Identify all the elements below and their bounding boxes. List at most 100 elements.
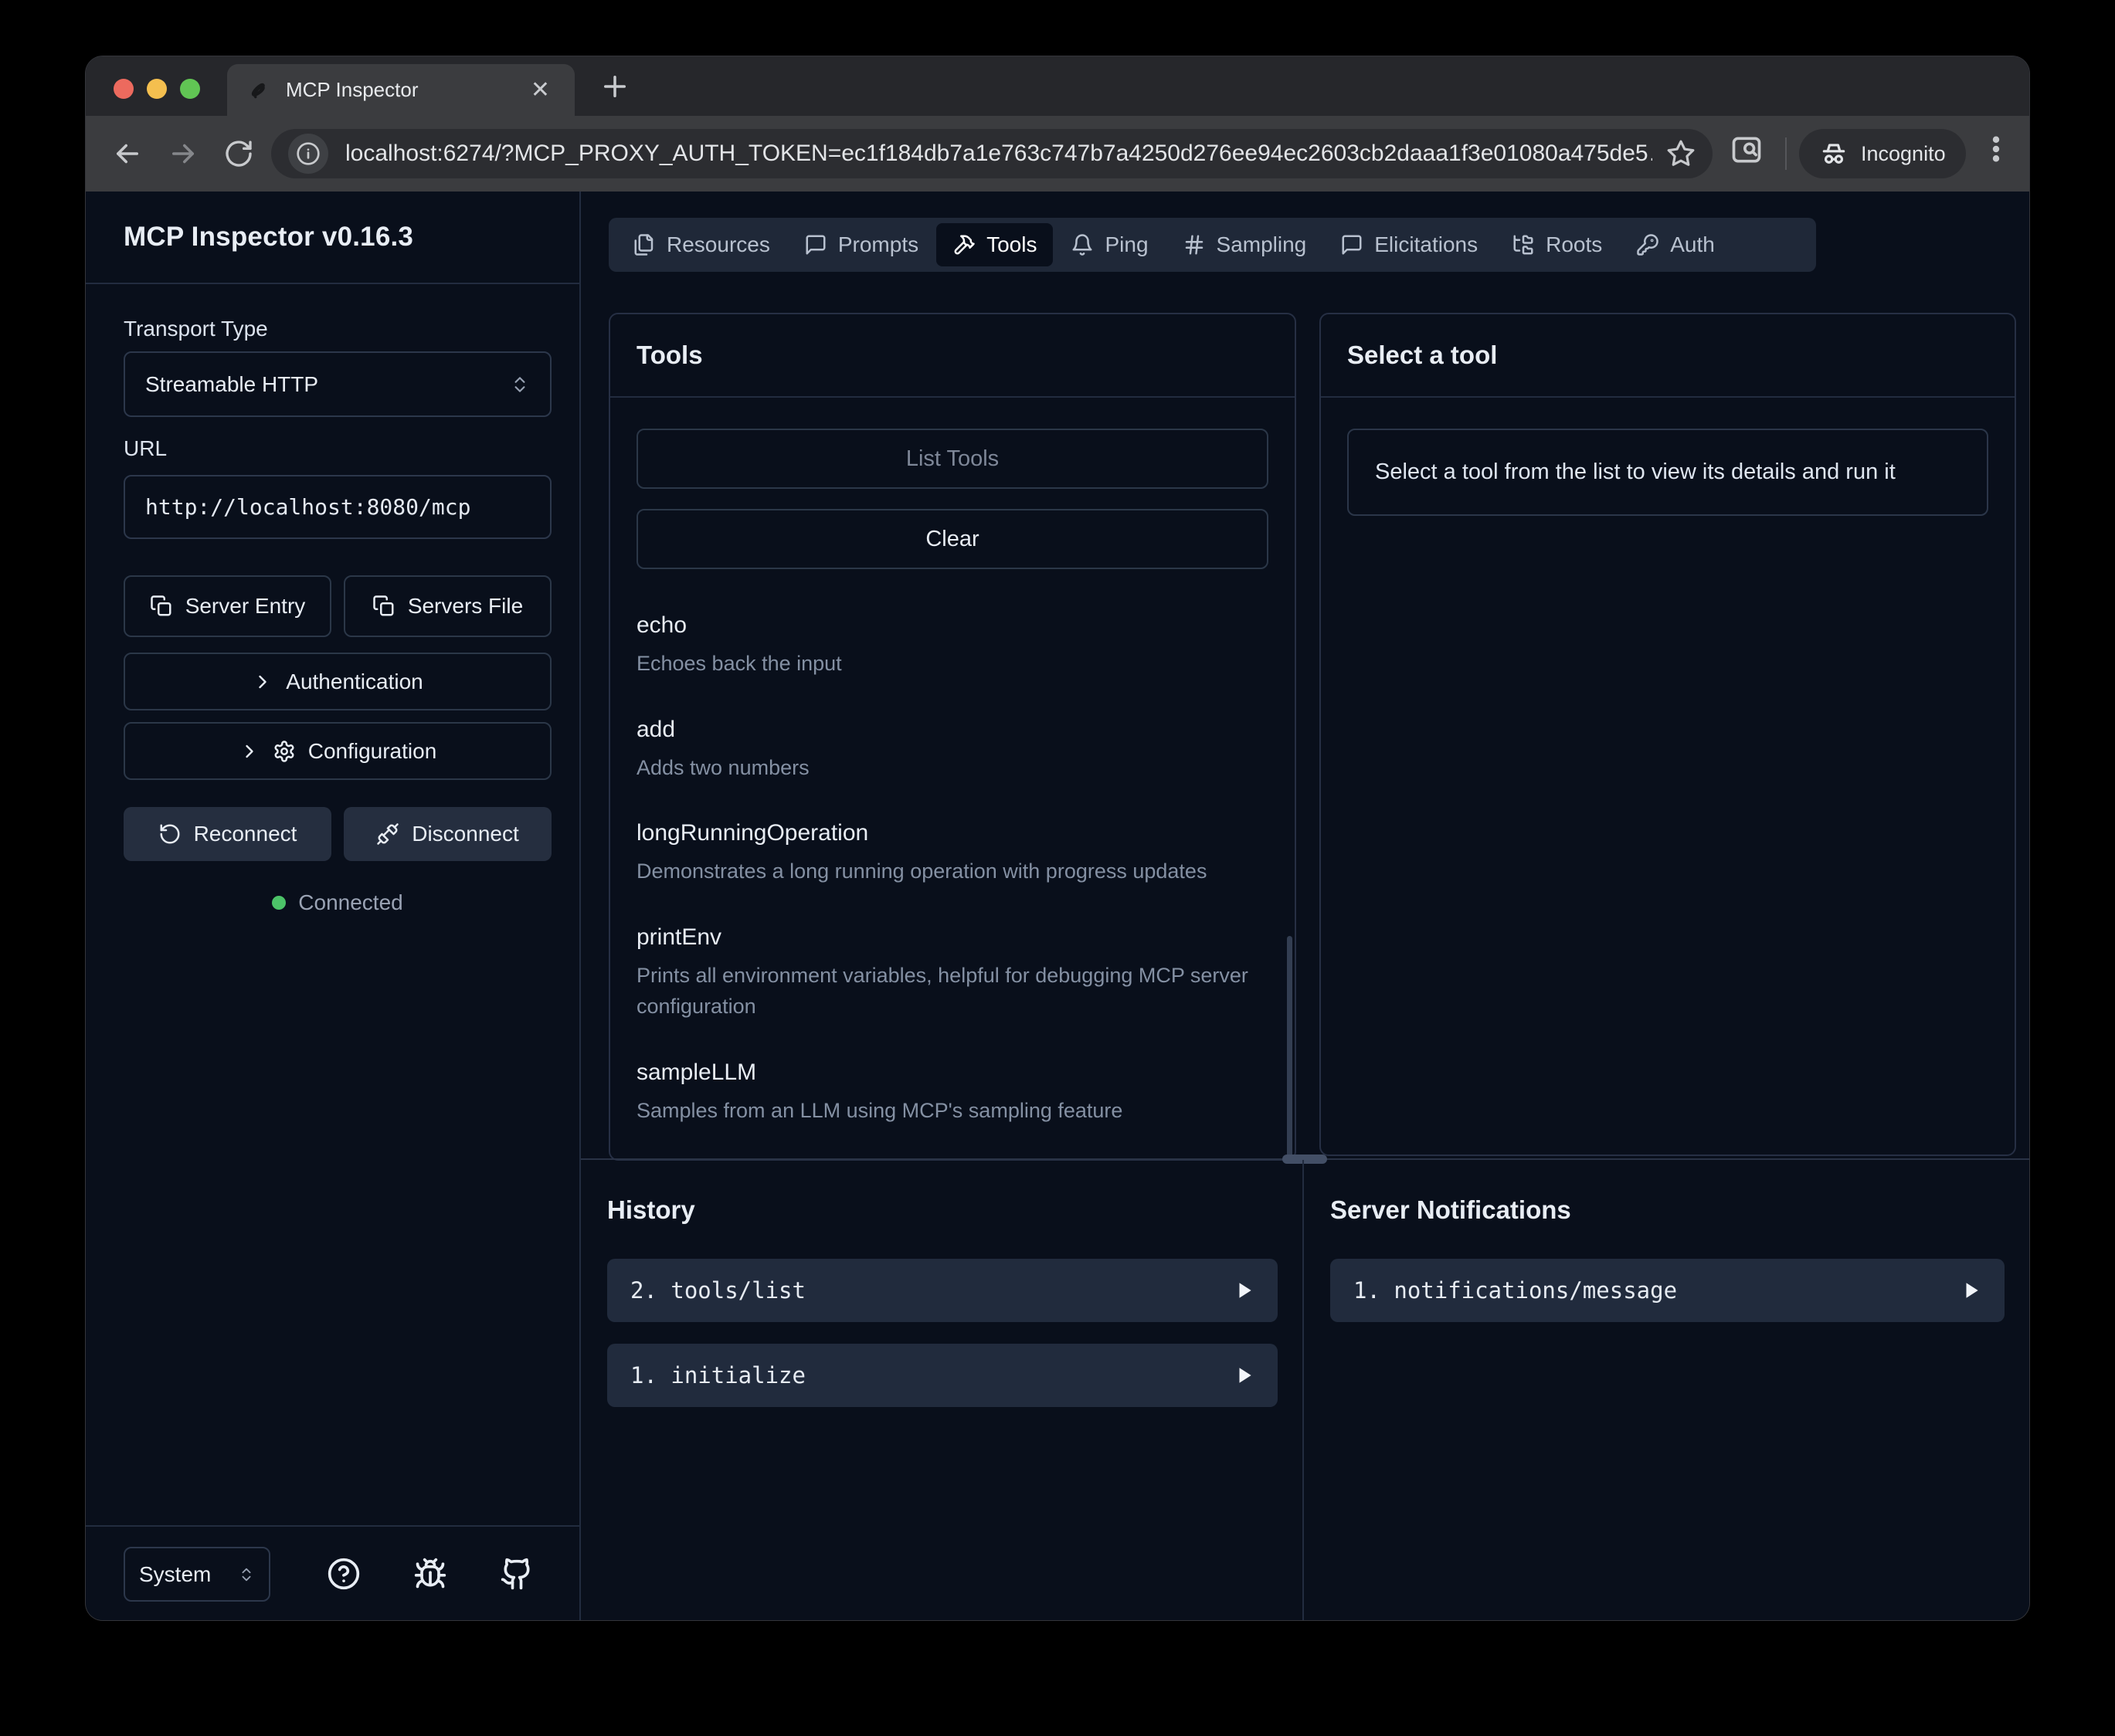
tab-label: Resources: [667, 232, 770, 257]
list-tools-label: List Tools: [906, 446, 999, 472]
transport-type-value: Streamable HTTP: [145, 372, 318, 397]
tool-description: Echoes back the input: [637, 648, 1268, 680]
tool-name: longRunningOperation: [637, 820, 1268, 846]
configuration-toggle[interactable]: Configuration: [124, 722, 552, 780]
list-item[interactable]: printEnv Prints all environment variable…: [637, 924, 1268, 1022]
unplug-icon: [376, 822, 399, 846]
tab-label: Elicitations: [1374, 232, 1478, 257]
notification-item[interactable]: 1. notifications/message: [1330, 1259, 2005, 1322]
tab-prompts[interactable]: Prompts: [788, 223, 935, 266]
history-title: History: [607, 1195, 1278, 1225]
folder-tree-icon: [1512, 233, 1535, 256]
bell-icon: [1071, 233, 1094, 256]
new-tab-button[interactable]: [599, 70, 631, 103]
copy-icon: [150, 595, 173, 618]
tab-title: MCP Inspector: [286, 78, 525, 102]
rotate-ccw-icon: [158, 822, 182, 846]
authentication-toggle[interactable]: Authentication: [124, 653, 552, 710]
tab-search-icon[interactable]: [1730, 133, 1764, 167]
kebab-menu-icon[interactable]: [1980, 133, 2012, 165]
url-text: localhost:6274/?MCP_PROXY_AUTH_TOKEN=ec1…: [345, 141, 1652, 167]
list-tools-button[interactable]: List Tools: [637, 429, 1268, 489]
reconnect-button[interactable]: Reconnect: [124, 807, 331, 861]
empty-state-message: Select a tool from the list to view its …: [1347, 429, 1988, 516]
tab-label: Prompts: [838, 232, 918, 257]
server-entry-button[interactable]: Server Entry: [124, 575, 331, 637]
tab-label: Ping: [1105, 232, 1148, 257]
incognito-label: Incognito: [1861, 142, 1946, 166]
message-square-icon: [804, 233, 827, 256]
tool-list: echo Echoes back the input add Adds two …: [637, 612, 1268, 1126]
toolbar-divider: [1785, 137, 1787, 170]
bug-icon[interactable]: [413, 1557, 447, 1591]
theme-value: System: [139, 1562, 211, 1587]
traffic-light-maximize-icon[interactable]: [180, 79, 200, 99]
history-item[interactable]: 2. tools/list: [607, 1259, 1278, 1322]
star-icon[interactable]: [1666, 139, 1696, 168]
forward-icon[interactable]: [155, 126, 211, 181]
key-icon: [1636, 233, 1659, 256]
tool-description: Prints all environment variables, helpfu…: [637, 960, 1268, 1022]
notification-item-label: 1. notifications/message: [1353, 1277, 1961, 1304]
info-icon[interactable]: [288, 134, 328, 174]
tab-roots[interactable]: Roots: [1495, 223, 1618, 266]
expand-play-icon: [1234, 1280, 1254, 1300]
list-item[interactable]: sampleLLM Samples from an LLM using MCP'…: [637, 1060, 1268, 1127]
tab-label: Auth: [1670, 232, 1715, 257]
message-square-icon: [1340, 233, 1363, 256]
tab-label: Sampling: [1217, 232, 1307, 257]
back-icon[interactable]: [100, 126, 155, 181]
section-tabs: Resources Prompts Tools Ping Sampling: [609, 218, 1816, 272]
history-item-label: 1. initialize: [630, 1362, 1234, 1388]
tab-ping[interactable]: Ping: [1054, 223, 1164, 266]
disconnect-button[interactable]: Disconnect: [344, 807, 552, 861]
chevrons-up-down-icon: [238, 1566, 255, 1583]
address-bar[interactable]: localhost:6274/?MCP_PROXY_AUTH_TOKEN=ec1…: [271, 129, 1713, 178]
tab-label: Roots: [1546, 232, 1602, 257]
incognito-icon: [1819, 139, 1849, 168]
tab-tools[interactable]: Tools: [936, 223, 1053, 266]
server-notifications-panel: Server Notifications 1. notifications/me…: [1304, 1160, 2029, 1620]
reload-icon[interactable]: [211, 126, 266, 181]
history-item[interactable]: 1. initialize: [607, 1344, 1278, 1407]
browser-tab[interactable]: MCP Inspector ✕: [227, 64, 575, 116]
tab-close-icon[interactable]: ✕: [525, 76, 556, 105]
clear-label: Clear: [925, 527, 979, 552]
clear-button[interactable]: Clear: [637, 509, 1268, 569]
reconnect-label: Reconnect: [194, 822, 297, 846]
authentication-label: Authentication: [286, 670, 423, 694]
gear-icon: [273, 740, 296, 763]
tab-resources[interactable]: Resources: [616, 223, 786, 266]
disconnect-label: Disconnect: [412, 822, 519, 846]
traffic-light-close-icon[interactable]: [114, 79, 134, 99]
github-icon[interactable]: [500, 1557, 534, 1591]
tool-name: add: [637, 717, 1268, 743]
tab-elicitations[interactable]: Elicitations: [1324, 223, 1494, 266]
bottom-panes: History 2. tools/list 1. initialize: [581, 1160, 2029, 1620]
tab-sampling[interactable]: Sampling: [1166, 223, 1323, 266]
tool-description: Adds two numbers: [637, 752, 1268, 784]
tool-description: Demonstrates a long running operation wi…: [637, 856, 1268, 887]
copy-icon: [372, 595, 396, 618]
tool-name: printEnv: [637, 924, 1268, 951]
mcp-inspector-app: MCP Inspector v0.16.3 Transport Type Str…: [86, 192, 2029, 1620]
browser-window: MCP Inspector ✕ localhost:6274/?MCP_PROX…: [86, 56, 2029, 1620]
list-item[interactable]: longRunningOperation Demonstrates a long…: [637, 820, 1268, 887]
tab-auth[interactable]: Auth: [1620, 223, 1731, 266]
list-item[interactable]: add Adds two numbers: [637, 717, 1268, 784]
transport-type-label: Transport Type: [124, 317, 268, 341]
list-item[interactable]: echo Echoes back the input: [637, 612, 1268, 680]
chevron-right-icon: [252, 671, 273, 693]
tool-name: sampleLLM: [637, 1060, 1268, 1086]
server-url-input[interactable]: [124, 475, 552, 539]
servers-file-button[interactable]: Servers File: [344, 575, 552, 637]
traffic-light-minimize-icon[interactable]: [147, 79, 167, 99]
servers-file-label: Servers File: [408, 594, 523, 619]
tab-label: Tools: [986, 232, 1037, 257]
theme-select[interactable]: System: [124, 1547, 270, 1602]
help-circle-icon[interactable]: [327, 1557, 361, 1591]
hash-icon: [1183, 233, 1206, 256]
transport-type-select[interactable]: Streamable HTTP: [124, 351, 552, 417]
scrollbar-thumb[interactable]: [1287, 936, 1292, 1160]
tool-detail-title: Select a tool: [1321, 314, 2015, 398]
